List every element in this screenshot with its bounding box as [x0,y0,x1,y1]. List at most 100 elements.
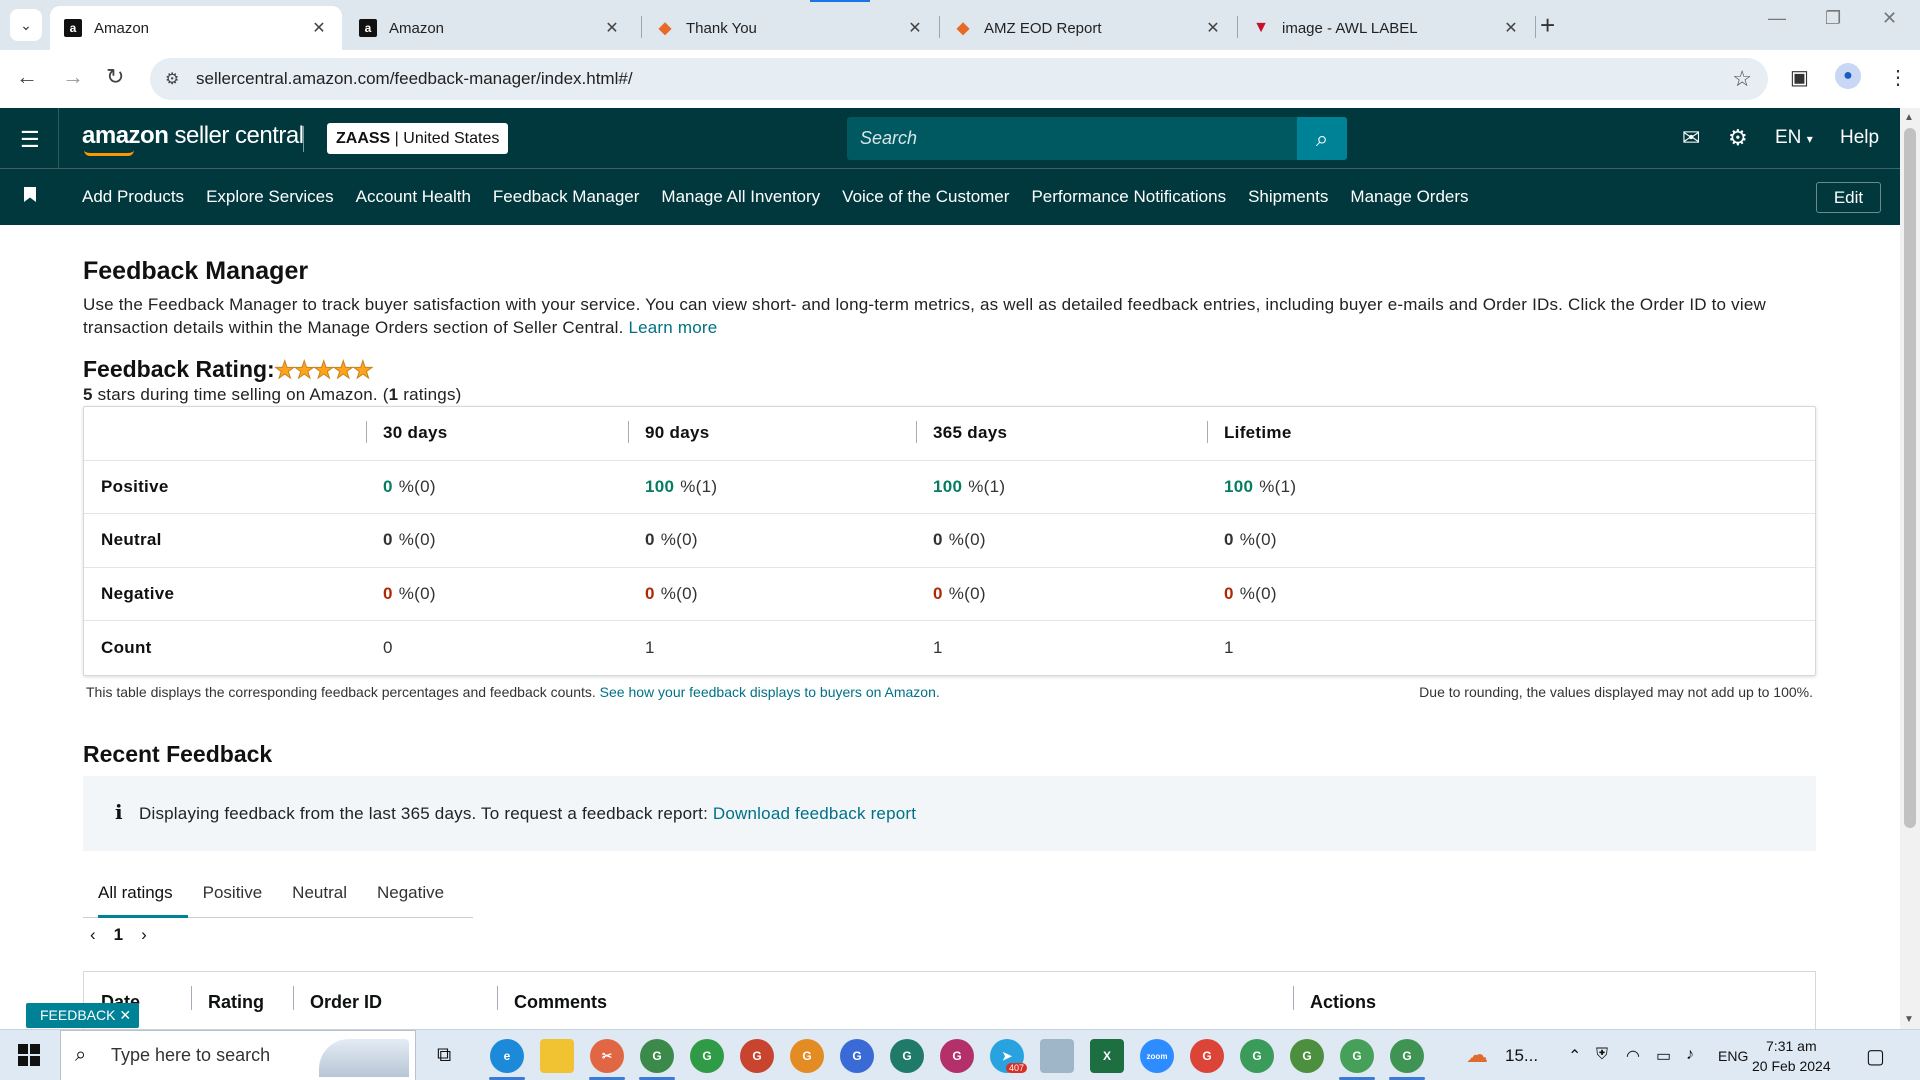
tab-all-ratings[interactable]: All ratings [83,868,188,918]
taskbar-search[interactable]: ⌕ Type here to search [60,1030,416,1080]
hamburger-menu-icon[interactable]: ☰ [20,127,40,153]
windows-start-icon[interactable] [18,1044,40,1066]
back-icon[interactable]: ← [16,64,38,90]
tab-neutral[interactable]: Neutral [277,868,362,917]
nav-link-manage-orders[interactable]: Manage Orders [1350,187,1468,207]
system-clock[interactable]: 7:31 am 20 Feb 2024 [1752,1036,1831,1076]
address-bar[interactable]: ⚙ sellercentral.amazon.com/feedback-mana… [150,58,1768,100]
scroll-thumb[interactable] [1904,128,1916,828]
close-window-icon[interactable]: ✕ [1882,8,1897,29]
nav-link-manage-all-inventory[interactable]: Manage All Inventory [661,187,820,207]
new-tab-button[interactable]: + [1540,10,1555,40]
chrome-profile-icon[interactable]: G [1340,1039,1374,1073]
search-button[interactable]: ⌕ [1297,117,1347,160]
nav-link-feedback-manager[interactable]: Feedback Manager [493,187,639,207]
tab-search-button[interactable]: ⌄ [10,9,42,41]
profile-avatar-icon[interactable]: ● [1835,63,1861,89]
minimize-icon[interactable]: — [1768,8,1786,29]
close-tab-icon[interactable]: ✕ [1200,18,1226,38]
help-link[interactable]: Help [1840,127,1879,149]
scroll-down-icon[interactable]: ▼ [1904,1014,1914,1025]
forward-icon[interactable]: → [62,64,84,90]
close-tab-icon[interactable]: ✕ [306,18,332,38]
weather-icon[interactable]: ☁ [1466,1042,1488,1068]
column-header-order-id[interactable]: Order ID [310,992,382,1013]
input-language[interactable]: ENG [1718,1048,1748,1064]
security-icon[interactable]: ⛨ [1596,1046,1608,1064]
chrome-profile-icon[interactable]: G [890,1039,924,1073]
chrome-profile-icon[interactable]: G [1390,1039,1424,1073]
snipping-tool-icon[interactable]: ✂ [590,1039,624,1073]
tab-amazon[interactable]: a Amazon ✕ [345,6,635,50]
feedback-widget-button[interactable]: FEEDBACK ✕ [26,1003,140,1028]
chevron-up-icon[interactable]: ⌃ [1568,1046,1581,1066]
scroll-up-icon[interactable]: ▲ [1904,112,1914,123]
volume-icon[interactable]: ♪ [1686,1046,1694,1064]
tab-amazon-active[interactable]: a Amazon ✕ [50,6,342,50]
nav-link-performance-notifications[interactable]: Performance Notifications [1031,187,1226,207]
url-text[interactable]: sellercentral.amazon.com/feedback-manage… [196,69,633,89]
nav-link-explore-services[interactable]: Explore Services [206,187,334,207]
amazon-smile-icon [84,150,134,156]
chrome-profile-icon[interactable]: G [790,1039,824,1073]
column-header-rating[interactable]: Rating [208,992,264,1013]
chrome-profile-icon[interactable]: G [1240,1039,1274,1073]
chrome-profile-icon[interactable]: G [740,1039,774,1073]
chrome-profile-icon[interactable]: G [840,1039,874,1073]
feedback-display-link[interactable]: See how your feedback displays to buyers… [600,684,940,700]
file-explorer-icon[interactable] [540,1039,574,1073]
wifi-icon[interactable]: ◠ [1626,1046,1640,1066]
tab-awl-label[interactable]: ▼ image - AWL LABEL ✕ [1238,6,1534,50]
notes-app-icon[interactable] [1040,1039,1074,1073]
language-selector[interactable]: EN ▾ [1775,127,1813,149]
bookmark-star-icon[interactable]: ☆ [1732,66,1752,92]
edge-icon[interactable]: e [490,1039,524,1073]
prev-page-icon[interactable]: ‹ [90,925,96,945]
notification-icon[interactable]: ▢ [1866,1044,1885,1069]
nav-link-voice-of-the-customer[interactable]: Voice of the Customer [842,187,1009,207]
bookmark-icon[interactable] [24,187,36,202]
weather-text[interactable]: 15... [1505,1046,1538,1066]
nav-link-account-health[interactable]: Account Health [356,187,471,207]
seller-central-logo[interactable]: amazon seller central [82,122,304,150]
cell-count: %(1) [1259,476,1297,496]
cell-value: 0 [383,637,393,657]
chrome-profile-icon[interactable]: G [640,1039,674,1073]
learn-more-link[interactable]: Learn more [628,318,717,337]
close-tab-icon[interactable]: ✕ [599,18,625,38]
excel-icon[interactable]: X [1090,1039,1124,1073]
search-input[interactable] [847,117,1297,160]
browser-menu-icon[interactable]: ⋮ [1888,65,1908,90]
chrome-profile-icon[interactable]: G [1290,1039,1324,1073]
site-info-icon[interactable]: ⚙ [165,69,179,89]
current-page[interactable]: 1 [114,925,123,945]
edit-nav-button[interactable]: Edit [1816,182,1881,213]
chrome-profile-icon[interactable]: G [690,1039,724,1073]
restore-icon[interactable]: ❐ [1825,8,1841,29]
column-header-actions[interactable]: Actions [1310,992,1376,1013]
tab-negative[interactable]: Negative [362,868,459,917]
gear-icon[interactable]: ⚙ [1728,125,1748,151]
nav-link-shipments[interactable]: Shipments [1248,187,1328,207]
info-text: Displaying feedback from the last 365 da… [139,804,713,823]
reload-icon[interactable]: ↻ [106,64,124,90]
amazon-favicon-icon: a [64,19,82,37]
download-report-link[interactable]: Download feedback report [713,804,916,823]
close-tab-icon[interactable]: ✕ [1498,18,1524,38]
battery-icon[interactable]: ▭ [1656,1046,1671,1066]
column-header-comments[interactable]: Comments [514,992,607,1013]
nav-link-add-products[interactable]: Add Products [82,187,184,207]
chrome-icon[interactable]: G [1190,1039,1224,1073]
tab-amz-eod-report[interactable]: ◆ AMZ EOD Report ✕ [940,6,1236,50]
mail-icon[interactable]: ✉ [1682,125,1700,151]
side-panel-icon[interactable]: ▣ [1790,65,1809,90]
tab-thank-you[interactable]: ◆ Thank You ✕ [642,6,938,50]
tab-positive[interactable]: Positive [188,868,278,917]
store-selector[interactable]: ZAASS | United States [327,123,509,154]
zoom-icon[interactable]: zoom [1140,1039,1174,1073]
page-scrollbar[interactable]: ▲ ▼ [1900,108,1920,1029]
next-page-icon[interactable]: › [141,925,147,945]
task-view-icon[interactable]: ⧉ [437,1044,451,1067]
chrome-profile-icon[interactable]: G [940,1039,974,1073]
close-tab-icon[interactable]: ✕ [902,18,928,38]
